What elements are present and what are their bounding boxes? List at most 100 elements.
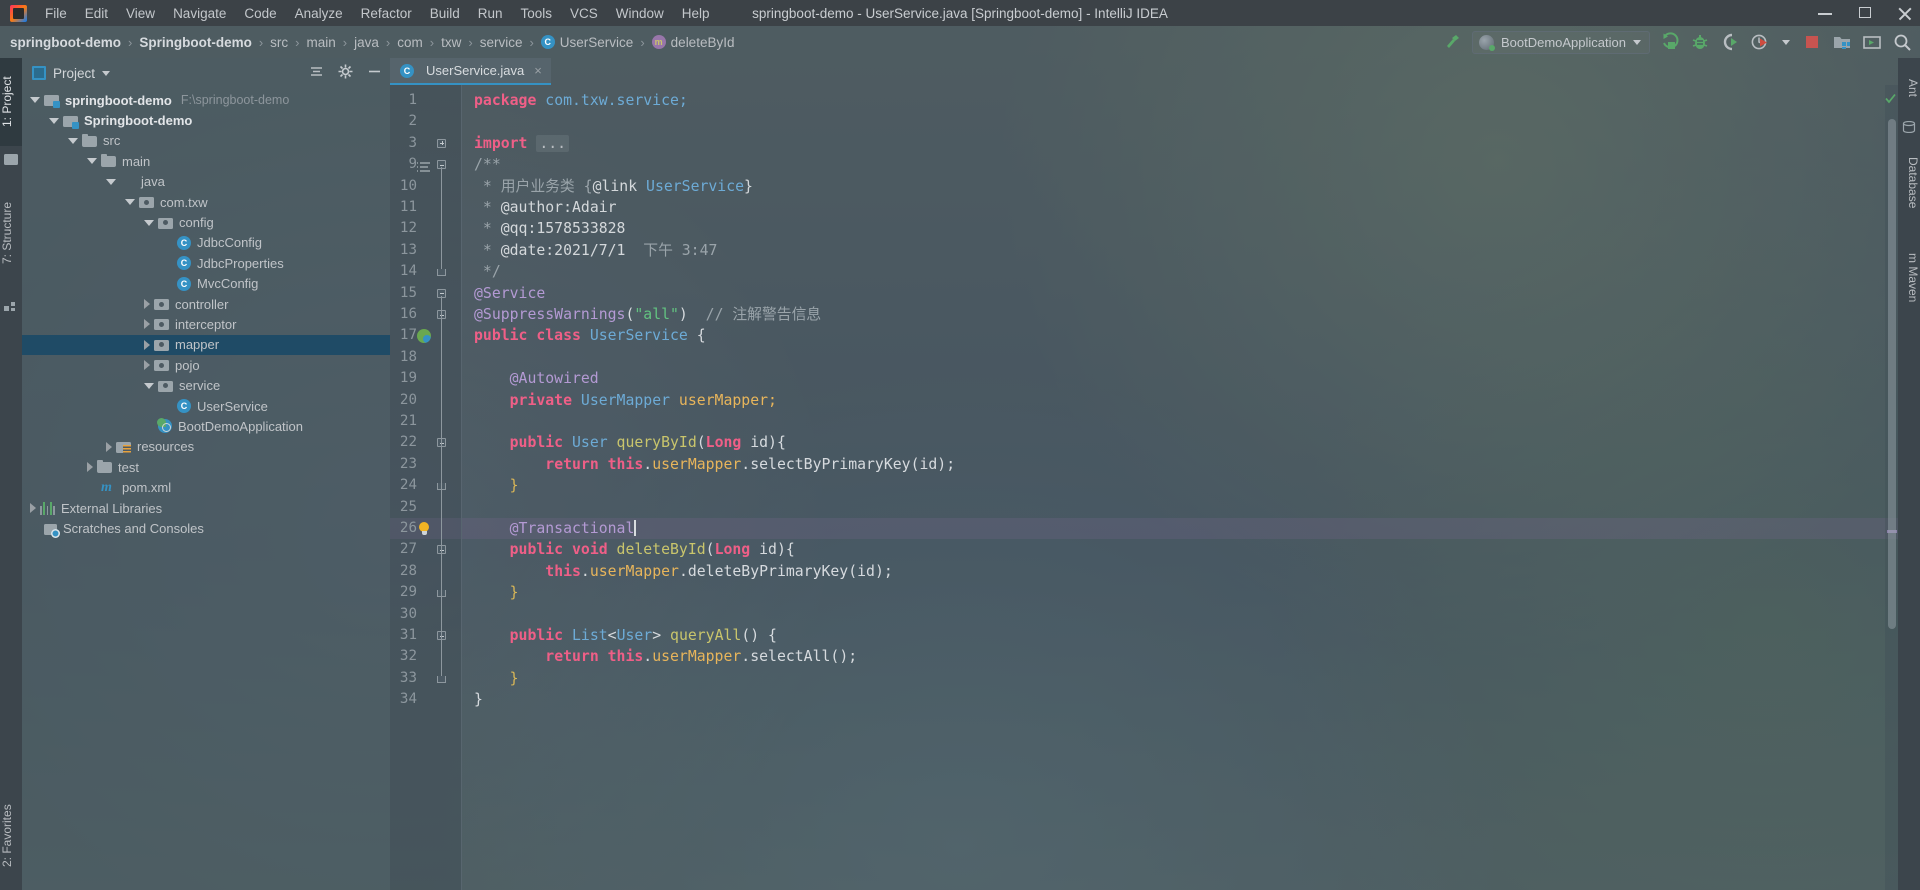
sidebar-item-database[interactable]: Database — [1898, 140, 1920, 226]
menu-item-tools[interactable]: Tools — [512, 3, 562, 24]
code-line[interactable]: * 用户业务类 {@link UserService} — [462, 176, 1898, 197]
code-line[interactable]: private UserMapper userMapper; — [462, 390, 1898, 411]
tree-row[interactable]: External Libraries — [22, 498, 390, 518]
hide-icon[interactable] — [367, 64, 382, 82]
breadcrumb-item-src[interactable]: src — [270, 35, 288, 50]
run-configuration-selector[interactable]: BootDemoApplication — [1471, 30, 1650, 54]
sidebar-item-maven[interactable]: m Maven — [1898, 238, 1920, 318]
tree-row[interactable]: service — [22, 375, 390, 395]
tree-row[interactable]: config — [22, 212, 390, 232]
tree-row[interactable]: m pom.xml — [22, 477, 390, 497]
menu-item-vcs[interactable]: VCS — [561, 3, 607, 24]
sidebar-item-project[interactable]: 1: Project — [0, 58, 22, 146]
chevron-down-icon[interactable] — [87, 158, 97, 165]
breadcrumb-item-userservice[interactable]: C UserService — [540, 35, 633, 50]
maximize-icon[interactable] — [1858, 6, 1872, 20]
code-line[interactable]: public class UserService { — [462, 325, 1898, 346]
editor-gutter[interactable]: 1 2 3 9 10 11 12 13 14 15 16 17 18 19 20 21 22 23 24 25 26 27… — [390, 85, 462, 890]
chevron-down-icon[interactable] — [125, 199, 135, 206]
breadcrumb-item-com[interactable]: com — [397, 35, 423, 50]
menu-item-run[interactable]: Run — [469, 3, 512, 24]
sidebar-item-ant[interactable]: Ant — [1898, 62, 1920, 114]
tree-row[interactable]: Springboot-demo — [22, 110, 390, 130]
tree-row-selected[interactable]: mapper — [22, 334, 390, 356]
line-number[interactable]: 21 — [377, 411, 417, 432]
code-line[interactable]: * @qq:1578533828 — [462, 218, 1898, 239]
breadcrumb-item-txw[interactable]: txw — [441, 35, 461, 50]
line-number[interactable]: 32 — [377, 646, 417, 667]
code-line[interactable]: * @date:2021/7/1 下午 3:47 — [462, 240, 1898, 261]
tree-row[interactable]: controller — [22, 294, 390, 314]
terminal-icon[interactable] — [1862, 32, 1882, 52]
chevron-right-icon[interactable] — [144, 319, 150, 330]
code-line[interactable]: @Transactional — [462, 518, 1898, 539]
tree-row[interactable]: src — [22, 131, 390, 151]
menu-item-help[interactable]: Help — [673, 3, 719, 24]
gear-icon[interactable] — [338, 64, 353, 82]
chevron-right-icon[interactable] — [144, 360, 150, 371]
chevron-right-icon[interactable] — [106, 441, 112, 452]
tree-row[interactable]: springboot-demo F:\springboot-demo — [22, 90, 390, 110]
line-number[interactable]: 31 — [377, 625, 417, 646]
line-number[interactable]: 20 — [377, 390, 417, 411]
line-number[interactable]: 29 — [377, 582, 417, 603]
chevron-down-icon[interactable] — [68, 137, 78, 144]
build-hammer-icon[interactable] — [1444, 33, 1462, 51]
line-number[interactable]: 16 — [377, 304, 417, 325]
structure-icon[interactable] — [4, 298, 18, 311]
stop-icon[interactable] — [1802, 32, 1822, 52]
tree-row[interactable]: C JdbcProperties — [22, 253, 390, 273]
line-number[interactable]: 14 — [377, 261, 417, 282]
tree-row[interactable]: pojo — [22, 355, 390, 375]
tree-row[interactable]: C JdbcConfig — [22, 233, 390, 253]
project-structure-icon[interactable] — [1832, 32, 1852, 52]
debug-icon[interactable] — [1690, 32, 1710, 52]
chevron-down-icon[interactable] — [30, 97, 40, 104]
close-tab-icon[interactable]: × — [534, 63, 542, 78]
error-stripe-marker-bar[interactable] — [1885, 85, 1898, 890]
code-line[interactable]: @Autowired — [462, 368, 1898, 389]
line-number[interactable]: 23 — [377, 454, 417, 475]
fold-expand-icon[interactable] — [437, 138, 446, 148]
code-line[interactable]: */ — [462, 261, 1898, 282]
line-number[interactable]: 18 — [377, 347, 417, 368]
breadcrumb-item-springboot-demo[interactable]: Springboot-demo — [139, 35, 251, 50]
code-line[interactable]: } — [462, 668, 1898, 689]
line-number[interactable]: 3 — [377, 133, 417, 154]
code-line[interactable]: public void deleteById(Long id){ — [462, 539, 1898, 560]
chevron-down-icon[interactable] — [106, 178, 116, 185]
menu-item-refactor[interactable]: Refactor — [352, 3, 421, 24]
code-line[interactable] — [462, 604, 1898, 625]
code-line[interactable]: } — [462, 475, 1898, 496]
code-text[interactable]: package com.txw.service; import ... /** * … — [462, 85, 1898, 890]
spring-bean-gutter-icon[interactable] — [417, 329, 431, 344]
code-line[interactable]: return this.userMapper.selectByPrimaryKe… — [462, 454, 1898, 475]
breadcrumb-item-main[interactable]: main — [307, 35, 336, 50]
chevron-right-icon[interactable] — [30, 503, 36, 513]
sidebar-item-favorites[interactable]: 2: Favorites — [0, 786, 22, 886]
menu-item-build[interactable]: Build — [421, 3, 469, 24]
profiler-dropdown-icon[interactable] — [1780, 32, 1792, 52]
menu-item-navigate[interactable]: Navigate — [164, 3, 235, 24]
fold-end-marker[interactable] — [437, 675, 446, 683]
tree-row[interactable]: C MvcConfig — [22, 274, 390, 294]
line-number[interactable]: 1 — [377, 90, 417, 111]
code-line[interactable]: } — [462, 689, 1898, 710]
line-number[interactable]: 30 — [377, 604, 417, 625]
minimize-icon[interactable] — [1818, 6, 1832, 20]
code-line[interactable] — [462, 411, 1898, 432]
collapse-all-icon[interactable] — [309, 64, 324, 82]
line-number[interactable]: 9 — [377, 154, 417, 175]
javadoc-render-icon[interactable] — [417, 160, 430, 178]
line-number[interactable]: 10 — [377, 176, 417, 197]
line-number[interactable]: 26 — [377, 518, 417, 539]
menu-item-file[interactable]: File — [36, 3, 76, 24]
line-number[interactable]: 2 — [377, 111, 417, 132]
code-line[interactable]: * @author:Adair — [462, 197, 1898, 218]
line-number[interactable]: 22 — [377, 432, 417, 453]
intention-lightbulb-icon[interactable] — [418, 522, 430, 536]
chevron-right-icon[interactable] — [87, 462, 93, 473]
chevron-down-icon[interactable] — [144, 219, 154, 226]
line-number[interactable]: 11 — [377, 197, 417, 218]
editor-tab-userservice[interactable]: C UserService.java × — [390, 58, 551, 85]
